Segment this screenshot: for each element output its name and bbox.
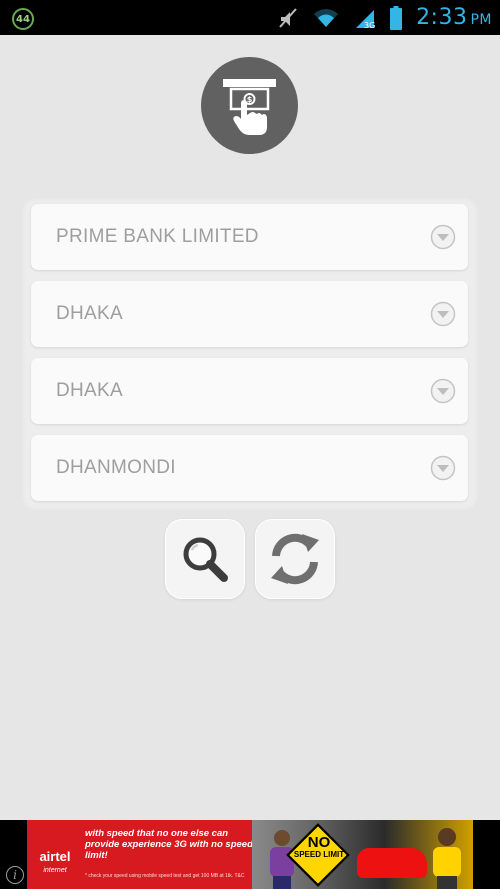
division-dropdown-value: DHAKA [56, 303, 123, 324]
battery-icon [390, 5, 403, 30]
svg-text:3G: 3G [364, 21, 375, 29]
mute-icon [279, 7, 297, 28]
ad-car-image [357, 848, 427, 878]
district-dropdown-value: DHAKA [56, 380, 123, 401]
wifi-icon [314, 8, 339, 27]
ad-brand-name: airtel [39, 849, 71, 864]
atm-cash-withdrawal-icon: $ [223, 79, 276, 135]
clock-ampm: PM [470, 12, 492, 28]
status-icons: 3G 2:33 PM [278, 0, 492, 35]
area-dropdown[interactable]: DHANMONDI [31, 435, 468, 501]
refresh-button[interactable] [256, 520, 334, 598]
clock: 2:33 PM [416, 5, 492, 30]
area-dropdown-value: DHANMONDI [56, 457, 176, 478]
bank-dropdown[interactable]: PRIME BANK LIMITED [31, 204, 468, 270]
ad-tagline: with speed that no one else can provide … [85, 828, 253, 861]
district-dropdown[interactable]: DHAKA [31, 358, 468, 424]
ad-banner-bar: i airtel internet with speed that no one… [0, 820, 500, 889]
svg-text:$: $ [247, 95, 253, 104]
status-bar: 44 3G 2:33 PM [0, 0, 500, 35]
ad-person-image [433, 828, 461, 889]
search-button[interactable] [166, 520, 244, 598]
ad-sign-line2: SPEED LIMIT [293, 850, 345, 859]
signal-icon: 3G [356, 9, 375, 29]
ad-brand-logo: airtel internet [33, 850, 77, 878]
notification-badge: 44 [12, 8, 34, 30]
filter-panel: PRIME BANK LIMITED DHAKA DHAKA DHANMONDI [22, 198, 478, 510]
main-content: $ PRIME BANK LIMITED DHAKA DHAKA DHANMON… [0, 35, 500, 820]
atm-logo: $ [201, 57, 298, 154]
chevron-down-icon [430, 224, 456, 250]
ad-info-icon[interactable]: i [6, 866, 24, 884]
ad-fine-print: * check your speed using mobile speed te… [85, 873, 245, 879]
ad-banner[interactable]: airtel internet with speed that no one e… [27, 820, 473, 889]
chevron-down-icon [430, 301, 456, 327]
bank-dropdown-value: PRIME BANK LIMITED [56, 226, 259, 247]
ad-sign-text: NO SPEED LIMIT [290, 834, 348, 860]
clock-time: 2:33 [416, 5, 468, 30]
refresh-icon [271, 533, 319, 585]
ad-brand-sub: internet [43, 867, 67, 874]
chevron-down-icon [430, 455, 456, 481]
search-icon [183, 537, 228, 582]
ad-sign-line1: NO [307, 834, 331, 851]
division-dropdown[interactable]: DHAKA [31, 281, 468, 347]
chevron-down-icon [430, 378, 456, 404]
